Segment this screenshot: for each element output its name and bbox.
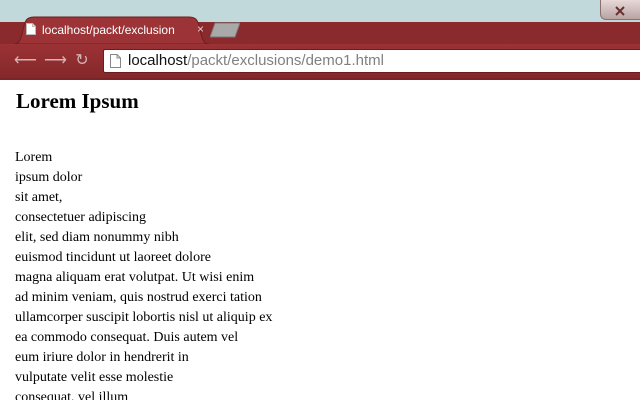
text-line: euismod tincidunt ut laoreet dolore xyxy=(15,250,211,265)
text-line: magna aliquam erat volutpat. Ut wisi eni… xyxy=(15,270,255,285)
page-heading: Lorem Ipsum xyxy=(16,89,139,113)
reload-icon[interactable]: ↻ xyxy=(73,53,91,69)
text-line: vulputate velit esse molestie xyxy=(15,370,174,385)
browser-titlebar: localhost/packt/exclusion × xyxy=(0,0,640,44)
new-tab-icon[interactable] xyxy=(210,22,240,38)
url-text: localhost/packt/exclusions/demo1.html xyxy=(128,52,384,70)
back-arrow-icon[interactable]: ⟵ xyxy=(14,53,37,69)
window-close-icon xyxy=(615,6,625,16)
tab-title: localhost/packt/exclusion xyxy=(42,23,175,37)
address-bar[interactable]: localhost/packt/exclusions/demo1.html xyxy=(103,49,640,73)
text-line: elit, sed diam nonummy nibh xyxy=(15,230,179,245)
text-line: eum iriure dolor in hendrerit in xyxy=(15,350,189,365)
text-line: sit amet, xyxy=(15,190,63,205)
body-text: Lorem ipsum dolor sit amet, consectetuer ad… xyxy=(15,148,272,400)
page-icon xyxy=(110,54,121,68)
text-line: ad minim veniam, quis nostrud exerci tat… xyxy=(15,290,262,305)
text-line: ea commodo consequat. Duis autem vel xyxy=(15,330,239,345)
text-line: consequat, vel illum xyxy=(15,390,129,400)
browser-tab[interactable]: localhost/packt/exclusion × xyxy=(14,16,209,44)
page-content: Lorem Ipsum Lorem ipsum dolor sit amet, con… xyxy=(0,80,640,400)
window-close-button[interactable] xyxy=(600,0,640,20)
text-line: consectetuer adipiscing xyxy=(15,210,147,225)
tab-close-icon[interactable]: × xyxy=(197,22,204,36)
text-line: Lorem xyxy=(15,150,53,165)
page-icon xyxy=(26,23,36,35)
forward-arrow-icon[interactable]: ⟶ xyxy=(44,53,67,69)
text-line: ullamcorper suscipit lobortis nisl ut al… xyxy=(15,310,273,325)
url-path: /packt/exclusions/demo1.html xyxy=(187,52,384,69)
text-line: ipsum dolor xyxy=(15,170,83,185)
url-host: localhost xyxy=(128,52,188,69)
